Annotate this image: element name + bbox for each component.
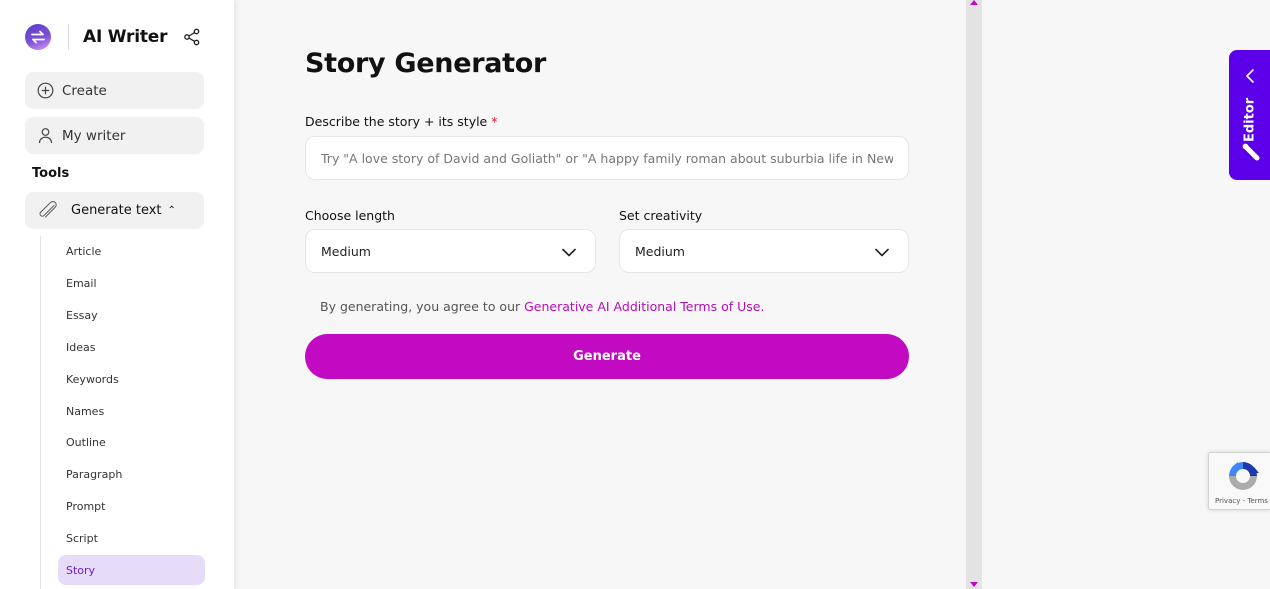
main-content: Story Generator Describe the story + its…	[234, 0, 966, 589]
submenu-item-story[interactable]: Story	[58, 555, 205, 585]
scroll-up-arrow-icon[interactable]	[970, 0, 978, 5]
chevron-left-icon	[1246, 69, 1254, 83]
creativity-label: Set creativity	[619, 208, 703, 223]
chevron-up-icon: ⌃	[167, 205, 176, 216]
generate-text-label: Generate text	[71, 203, 162, 218]
tools-heading: Tools	[32, 166, 70, 181]
chevron-down-icon	[562, 248, 576, 257]
brand-header: AI Writer	[25, 22, 215, 52]
submenu-item-script[interactable]: Script	[58, 523, 205, 553]
my-writer-label: My writer	[62, 127, 126, 144]
editor-panel-toggle[interactable]: Editor	[1229, 50, 1270, 180]
swap-arrows-icon[interactable]	[25, 24, 51, 50]
story-description-input[interactable]	[305, 136, 909, 180]
length-select-value: Medium	[321, 243, 371, 259]
submenu-item-outline[interactable]: Outline	[58, 427, 205, 457]
generate-text-toggle[interactable]: Generate text ⌃	[25, 192, 204, 229]
brand-divider	[68, 24, 69, 50]
submenu-item-email[interactable]: Email	[58, 268, 205, 298]
submenu-item-ideas[interactable]: Ideas	[58, 332, 205, 362]
submenu-item-article[interactable]: Article	[58, 236, 205, 266]
submenu-item-prompt[interactable]: Prompt	[58, 491, 205, 521]
create-button[interactable]: Create	[25, 72, 204, 109]
required-mark: *	[491, 114, 498, 129]
my-writer-button[interactable]: My writer	[25, 117, 204, 154]
describe-label-text: Describe the story + its style	[305, 114, 488, 129]
submenu-item-names[interactable]: Names	[58, 396, 205, 426]
plus-circle-icon	[37, 82, 54, 99]
creativity-select[interactable]: Medium	[619, 229, 909, 273]
page-title: Story Generator	[305, 48, 547, 79]
generate-button[interactable]: Generate	[305, 334, 909, 379]
submenu-item-paragraph[interactable]: Paragraph	[58, 459, 205, 489]
length-label: Choose length	[305, 208, 395, 223]
pen-icon	[1242, 143, 1260, 161]
submenu-item-keywords[interactable]: Keywords	[58, 364, 205, 394]
creativity-select-value: Medium	[635, 243, 685, 259]
terms-link[interactable]: Generative AI Additional Terms of Use.	[524, 299, 764, 314]
generate-text-submenu: Article Email Essay Ideas Keywords Names…	[40, 236, 210, 589]
length-select[interactable]: Medium	[305, 229, 596, 273]
share-icon[interactable]	[183, 28, 201, 46]
paperclip-icon	[39, 200, 57, 218]
scrollbar[interactable]	[966, 0, 982, 589]
scroll-down-arrow-icon[interactable]	[970, 582, 978, 587]
app-title: AI Writer	[83, 27, 168, 47]
recaptcha-badge[interactable]: Privacy - Terms	[1208, 452, 1270, 510]
recaptcha-icon	[1229, 462, 1259, 490]
recaptcha-links[interactable]: Privacy - Terms	[1215, 497, 1268, 505]
sidebar: AI Writer Create My writer Tools Generat…	[0, 0, 234, 589]
terms-notice: By generating, you agree to our Generati…	[320, 299, 764, 314]
editor-label: Editor	[1242, 97, 1258, 143]
submenu-item-essay[interactable]: Essay	[58, 300, 205, 330]
terms-prefix: By generating, you agree to our	[320, 299, 525, 314]
chevron-down-icon	[875, 248, 889, 257]
describe-label: Describe the story + its style *	[305, 114, 498, 129]
create-label: Create	[62, 82, 107, 99]
user-icon	[38, 128, 53, 144]
